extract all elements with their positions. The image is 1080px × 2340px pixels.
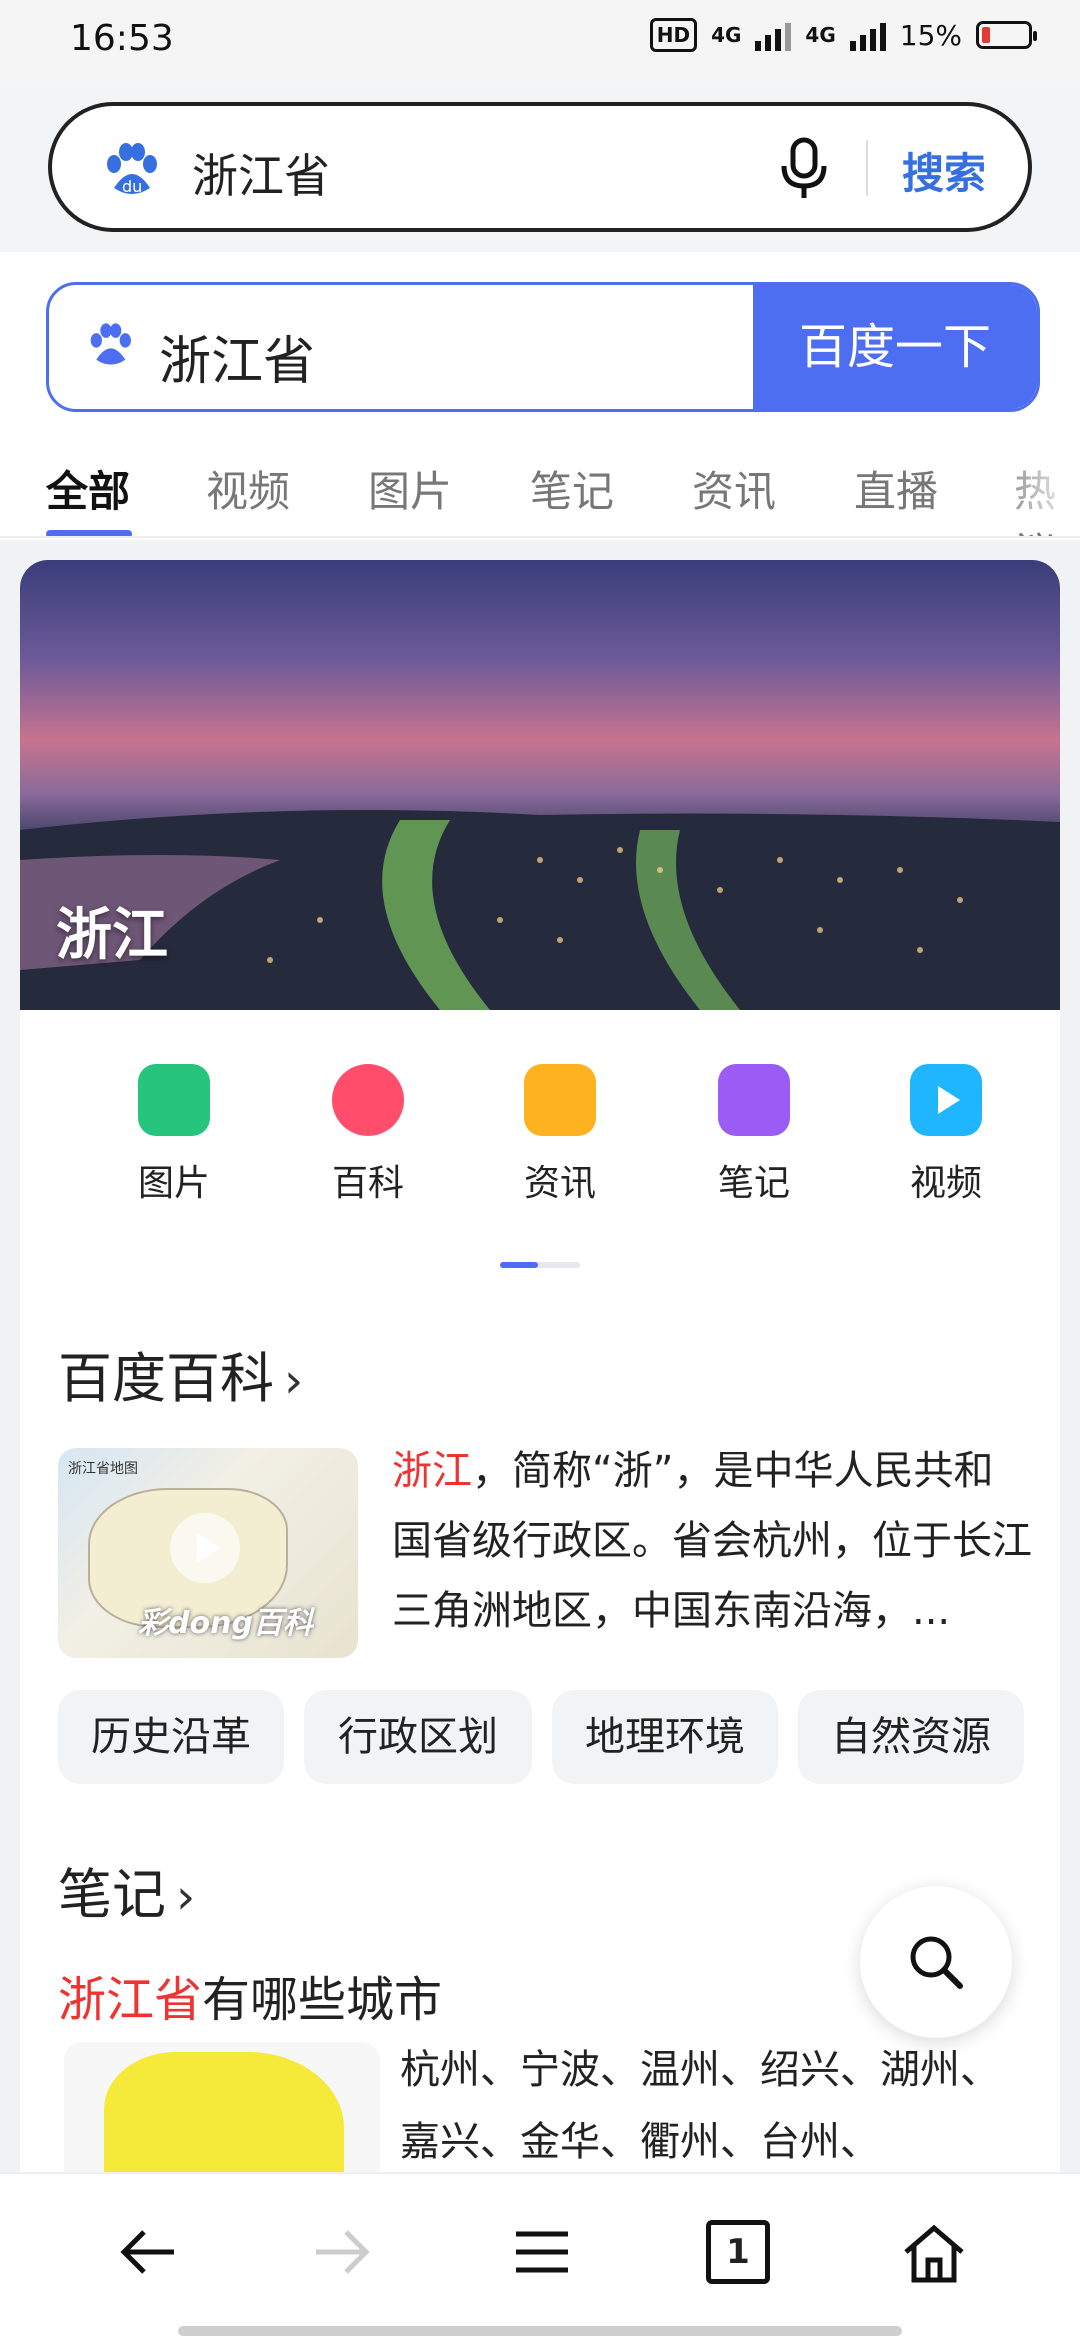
- forward-arrow-icon[interactable]: [310, 2220, 374, 2288]
- quick-link-label: 视频: [909, 1163, 982, 1204]
- baike-title-text: 百度百科: [58, 1347, 274, 1410]
- chevron-right-icon: ›: [284, 1353, 304, 1409]
- carousel-indicator: [500, 1262, 580, 1268]
- baidu-paw-icon: du: [100, 140, 162, 202]
- floating-search-button[interactable]: [860, 1886, 1012, 2038]
- notes-title-text: 笔记: [58, 1863, 166, 1926]
- quick-links: 图片 百科 资讯 笔记 视频: [20, 1020, 1060, 1270]
- back-arrow-icon[interactable]: [116, 2220, 180, 2288]
- baike-summary-text: ，简称“浙”，是中华人民共和国省级行政区。省会杭州，位于长江三角洲地区，中国东南…: [392, 1448, 1032, 1634]
- tab-video[interactable]: 视频: [206, 458, 290, 519]
- network-type-2: 4G: [805, 23, 836, 47]
- quick-link-label: 图片: [137, 1163, 210, 1204]
- baike-video-thumbnail[interactable]: 浙江省地图 彩dong百科: [58, 1448, 358, 1658]
- quick-link-label: 笔记: [717, 1163, 790, 1204]
- home-indicator[interactable]: [178, 2326, 902, 2336]
- image-icon: [138, 1064, 210, 1136]
- baidu-paw-icon-small: [85, 321, 135, 371]
- hero-cityscape: [20, 810, 1060, 1010]
- microphone-icon[interactable]: [776, 136, 832, 206]
- tabs-fade: [990, 442, 1080, 532]
- baidu-search-box[interactable]: 浙江省 百度一下: [46, 282, 1040, 412]
- tab-images[interactable]: 图片: [368, 458, 452, 519]
- signal-icon-2: [849, 19, 886, 51]
- note-question-highlight: 浙江省: [58, 1972, 203, 2028]
- note-question-text: 有哪些城市: [202, 1972, 443, 2028]
- home-icon[interactable]: [900, 2220, 968, 2292]
- note-icon: [718, 1064, 790, 1136]
- chip-resources[interactable]: 自然资源: [798, 1690, 1024, 1784]
- signal-icon-1: [755, 19, 792, 51]
- browser-search-query[interactable]: 浙江省: [192, 140, 330, 206]
- tabs-counter-icon[interactable]: 1: [706, 2220, 770, 2284]
- quick-link-news[interactable]: 资讯: [480, 1064, 640, 1206]
- baike-chips: 历史沿革 行政区划 地理环境 自然资源: [58, 1690, 1038, 1786]
- thumbnail-logo: 彩dong百科: [138, 1606, 313, 1641]
- baike-highlight: 浙江: [392, 1448, 472, 1494]
- notes-section-title[interactable]: 笔记 ›: [58, 1850, 195, 1929]
- baike-icon: [332, 1064, 404, 1136]
- thumbnail-caption: 浙江省地图: [68, 1461, 138, 1477]
- hero-image[interactable]: 浙江: [20, 560, 1060, 1010]
- search-icon: [910, 1936, 963, 1989]
- menu-icon[interactable]: [510, 2220, 574, 2288]
- status-time: 16:53: [70, 18, 174, 59]
- search-query-input[interactable]: 浙江省: [159, 319, 315, 394]
- tab-all[interactable]: 全部: [46, 458, 130, 519]
- status-bar: 16:53 HD 4G 4G 15%: [0, 0, 1080, 84]
- chip-divisions[interactable]: 行政区划: [304, 1690, 532, 1784]
- result-tabs: 全部 视频 图片 笔记 资讯 直播 热议: [0, 442, 1080, 538]
- note-question[interactable]: 浙江省有哪些城市: [58, 1960, 442, 2030]
- baike-section-title[interactable]: 百度百科 ›: [58, 1334, 303, 1413]
- chip-geography[interactable]: 地理环境: [552, 1690, 778, 1784]
- quick-link-label: 资讯: [523, 1163, 596, 1204]
- tab-news[interactable]: 资讯: [692, 458, 776, 519]
- browser-search-bar[interactable]: du 浙江省 搜索: [48, 102, 1032, 232]
- search-button[interactable]: 搜索: [902, 140, 986, 201]
- quick-link-baike[interactable]: 百科: [288, 1064, 448, 1206]
- active-tab-indicator: [46, 530, 132, 536]
- baidu-search-button[interactable]: 百度一下: [753, 285, 1037, 409]
- battery-icon: [976, 21, 1037, 49]
- hero-title: 浙江: [56, 903, 168, 968]
- search-divider: [866, 140, 868, 196]
- network-type-1: 4G: [711, 23, 742, 47]
- chevron-right-icon: ›: [176, 1869, 196, 1925]
- tab-notes[interactable]: 笔记: [530, 458, 614, 519]
- battery-percent: 15%: [899, 18, 962, 52]
- tab-live[interactable]: 直播: [854, 458, 938, 519]
- chip-history[interactable]: 历史沿革: [58, 1690, 284, 1784]
- quick-link-video[interactable]: 视频: [866, 1064, 1026, 1206]
- baike-summary[interactable]: 浙江，简称“浙”，是中华人民共和国省级行政区。省会杭州，位于长江三角洲地区，中国…: [392, 1436, 1032, 1646]
- play-icon: [170, 1513, 240, 1583]
- quick-link-images[interactable]: 图片: [94, 1064, 254, 1206]
- hd-voice-icon: HD: [649, 18, 698, 52]
- svg-text:du: du: [122, 177, 142, 196]
- status-icons: HD 4G 4G 15%: [649, 18, 1037, 52]
- video-icon: [910, 1064, 982, 1136]
- note-answer: 杭州、宁波、温州、绍兴、湖州、嘉兴、金华、衢州、台州、: [400, 2047, 1000, 2165]
- quick-link-notes[interactable]: 笔记: [674, 1064, 834, 1206]
- bottom-navigation: 1: [0, 2172, 1080, 2340]
- news-icon: [524, 1064, 596, 1136]
- quick-link-label: 百科: [331, 1163, 404, 1204]
